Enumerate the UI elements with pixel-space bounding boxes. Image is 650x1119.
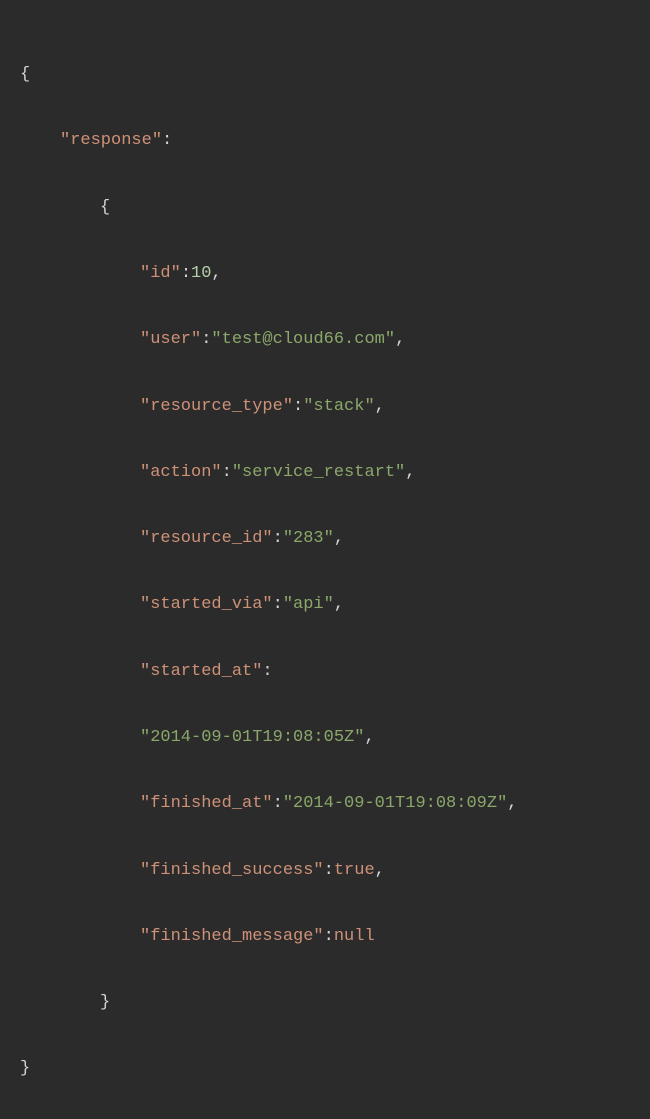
json-value-started-at: "2014-09-01T19:08:05Z"	[140, 728, 364, 747]
json-key-resource-type: "resource_type"	[140, 397, 293, 416]
comma: ,	[211, 264, 221, 283]
code-line: "user":"test@cloud66.com",	[20, 323, 630, 356]
json-value-resource-type: "stack"	[303, 397, 374, 416]
comma: ,	[375, 397, 385, 416]
brace-open: {	[100, 198, 110, 217]
brace-close: }	[100, 993, 110, 1012]
code-line: "started_via":"api",	[20, 588, 630, 621]
json-key-finished-at: "finished_at"	[140, 794, 273, 813]
code-line: "finished_at":"2014-09-01T19:08:09Z",	[20, 787, 630, 820]
json-value-finished-message: null	[334, 927, 375, 946]
comma: ,	[375, 861, 385, 880]
json-key-started-at: "started_at"	[140, 662, 262, 681]
comma: ,	[507, 794, 517, 813]
code-line: "resource_id":"283",	[20, 522, 630, 555]
colon: :	[222, 463, 232, 482]
code-line: "response":	[20, 124, 630, 157]
colon: :	[273, 595, 283, 614]
colon: :	[324, 861, 334, 880]
json-key-id: "id"	[140, 264, 181, 283]
code-line: "resource_type":"stack",	[20, 390, 630, 423]
comma: ,	[334, 595, 344, 614]
json-value-id: 10	[191, 264, 211, 283]
json-key-action: "action"	[140, 463, 222, 482]
colon: :	[201, 330, 211, 349]
json-key-finished-message: "finished_message"	[140, 927, 324, 946]
code-line: "2014-09-01T19:08:05Z",	[20, 721, 630, 754]
code-line: }	[20, 1052, 630, 1085]
comma: ,	[334, 529, 344, 548]
brace-open: {	[20, 65, 30, 84]
json-key-response: "response"	[60, 131, 162, 150]
json-value-resource-id: "283"	[283, 529, 334, 548]
code-line: "finished_message":null	[20, 920, 630, 953]
json-key-user: "user"	[140, 330, 201, 349]
json-value-action: "service_restart"	[232, 463, 405, 482]
code-line: "started_at":	[20, 655, 630, 688]
colon: :	[181, 264, 191, 283]
code-line: "id":10,	[20, 257, 630, 290]
comma: ,	[405, 463, 415, 482]
json-value-finished-success: true	[334, 861, 375, 880]
code-line: {	[20, 58, 630, 91]
code-line: "action":"service_restart",	[20, 456, 630, 489]
colon: :	[162, 131, 172, 150]
comma: ,	[364, 728, 374, 747]
brace-close: }	[20, 1059, 30, 1078]
json-value-finished-at: "2014-09-01T19:08:09Z"	[283, 794, 507, 813]
json-key-finished-success: "finished_success"	[140, 861, 324, 880]
colon: :	[293, 397, 303, 416]
json-key-started-via: "started_via"	[140, 595, 273, 614]
colon: :	[262, 662, 272, 681]
json-value-user: "test@cloud66.com"	[211, 330, 395, 349]
colon: :	[273, 529, 283, 548]
comma: ,	[395, 330, 405, 349]
code-line: }	[20, 986, 630, 1019]
colon: :	[273, 794, 283, 813]
json-key-resource-id: "resource_id"	[140, 529, 273, 548]
colon: :	[324, 927, 334, 946]
json-value-started-via: "api"	[283, 595, 334, 614]
code-line: "finished_success":true,	[20, 854, 630, 887]
code-line: {	[20, 191, 630, 224]
json-code-block: { "response": { "id":10, "user":"test@cl…	[20, 25, 630, 1119]
